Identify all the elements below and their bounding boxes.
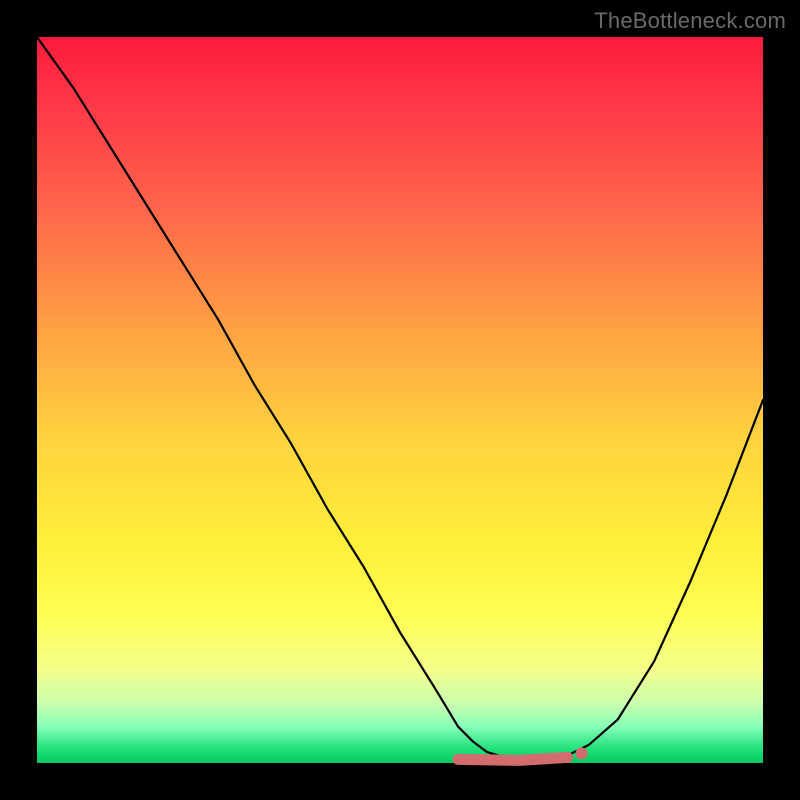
optimal-range-end-dot xyxy=(576,747,588,759)
watermark-text: TheBottleneck.com xyxy=(594,8,786,34)
bottleneck-curve xyxy=(37,37,763,761)
chart-frame: TheBottleneck.com xyxy=(0,0,800,800)
optimal-range-marker xyxy=(458,757,567,760)
chart-svg xyxy=(0,0,800,800)
